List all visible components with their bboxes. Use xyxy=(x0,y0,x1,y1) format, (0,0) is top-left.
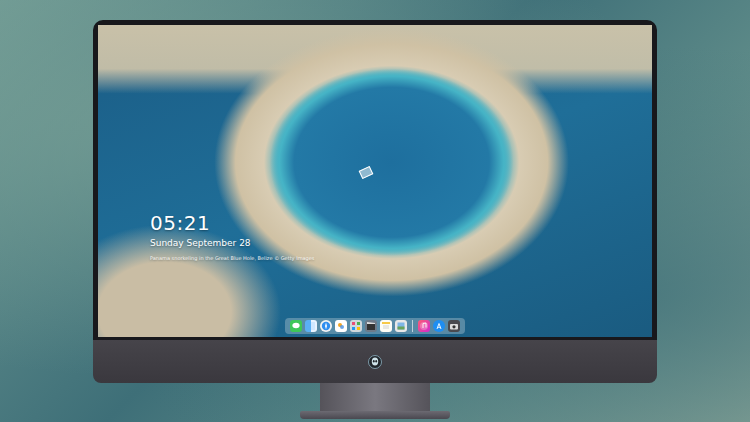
launcher-icon[interactable] xyxy=(350,320,362,332)
appstore-icon[interactable] xyxy=(433,320,445,332)
dock-separator xyxy=(412,320,413,332)
finder-icon[interactable] xyxy=(305,320,317,332)
preview-icon[interactable] xyxy=(395,320,407,332)
monitor-chin xyxy=(93,340,657,383)
clock-date: Sunday September 28 xyxy=(150,237,314,250)
photos-icon[interactable] xyxy=(335,320,347,332)
wallpaper-caption: Panama snorkeling in the Great Blue Hole… xyxy=(150,254,314,262)
alien-logo-icon xyxy=(368,355,382,369)
safari-icon[interactable] xyxy=(320,320,332,332)
monitor: 05:21 Sunday September 28 Panama snorkelin… xyxy=(93,20,657,419)
music-icon[interactable] xyxy=(418,320,430,332)
monitor-bezel: 05:21 Sunday September 28 Panama snorkelin… xyxy=(93,20,657,340)
desktop-mockup: 05:21 Sunday September 28 Panama snorkelin… xyxy=(0,0,750,422)
monitor-base xyxy=(300,411,450,419)
notes-icon[interactable] xyxy=(380,320,392,332)
dock xyxy=(285,318,465,334)
monitor-stand xyxy=(320,383,430,411)
clock-time: 05:21 xyxy=(150,211,314,235)
video-icon[interactable] xyxy=(365,320,377,332)
lockscreen-info: 05:21 Sunday September 28 Panama snorkelin… xyxy=(150,211,314,262)
messages-icon[interactable] xyxy=(290,320,302,332)
boat xyxy=(359,166,374,179)
wallpaper: 05:21 Sunday September 28 Panama snorkelin… xyxy=(98,25,652,337)
camera-icon[interactable] xyxy=(448,320,460,332)
